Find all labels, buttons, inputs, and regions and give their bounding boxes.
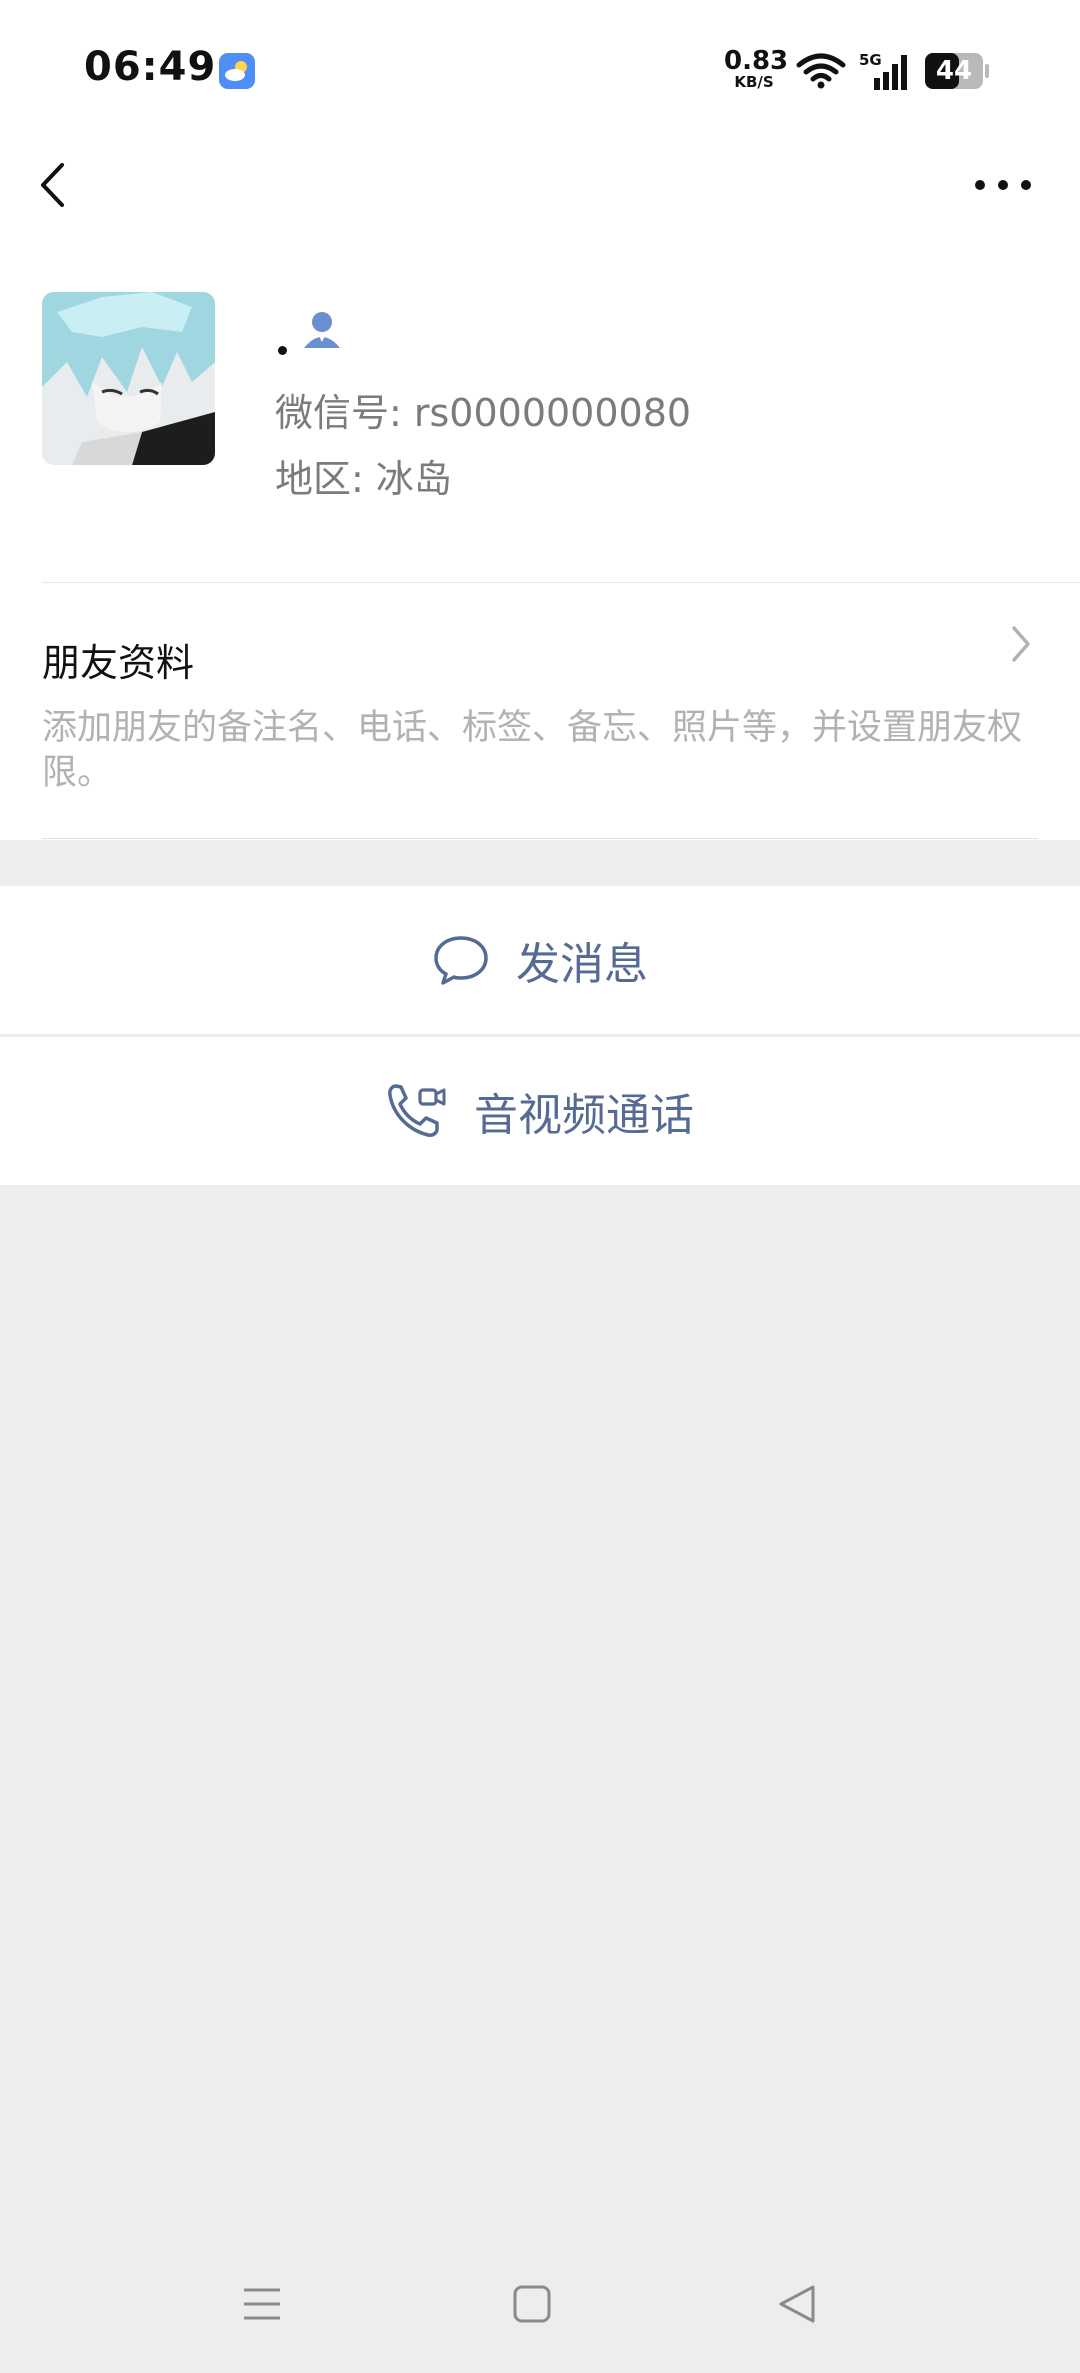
friend-info-row[interactable]: 朋友资料 添加朋友的备注名、电话、标签、备忘、照片等，并设置朋友权限。	[0, 584, 1080, 840]
more-options-button[interactable]	[970, 165, 1036, 205]
contact-person-icon	[304, 312, 340, 348]
wifi-icon	[796, 53, 846, 89]
back-button[interactable]	[30, 150, 80, 220]
system-nav-bar	[0, 2260, 1080, 2373]
nickname	[278, 346, 287, 355]
status-bar: 06:49 0.83 KB/S 5G 44	[0, 0, 1080, 140]
status-time: 06:49	[84, 44, 217, 90]
video-call-label: 音视频通话	[474, 1090, 694, 1141]
wechat-id: 微信号: rs0000000080	[275, 391, 692, 435]
divider	[42, 838, 1038, 839]
send-message-label: 发消息	[516, 939, 648, 990]
network-speed-unit: KB/S	[734, 73, 774, 91]
battery-icon: 44	[924, 52, 990, 90]
battery-level: 44	[935, 56, 973, 86]
home-square-icon[interactable]	[510, 2282, 554, 2326]
chat-bubble-icon	[434, 936, 488, 985]
phone-video-icon	[388, 1084, 446, 1137]
chevron-right-icon	[1012, 626, 1030, 662]
region: 地区: 冰岛	[275, 457, 452, 501]
back-triangle-icon[interactable]	[775, 2282, 819, 2326]
avatar[interactable]	[42, 292, 215, 465]
weather-icon	[219, 53, 255, 89]
signal-label: 5G	[859, 51, 882, 69]
send-message-button[interactable]: 发消息	[0, 886, 1080, 1034]
friend-info-description: 添加朋友的备注名、电话、标签、备忘、照片等，并设置朋友权限。	[42, 708, 1023, 793]
video-call-button[interactable]: 音视频通话	[0, 1037, 1080, 1185]
friend-info-title: 朋友资料	[42, 641, 195, 685]
divider	[42, 582, 1080, 583]
network-speed: 0.83 KB/S	[724, 46, 789, 91]
menu-icon[interactable]	[240, 2282, 284, 2326]
cellular-signal-icon: 5G	[859, 51, 907, 90]
network-speed-value: 0.83	[724, 46, 789, 76]
